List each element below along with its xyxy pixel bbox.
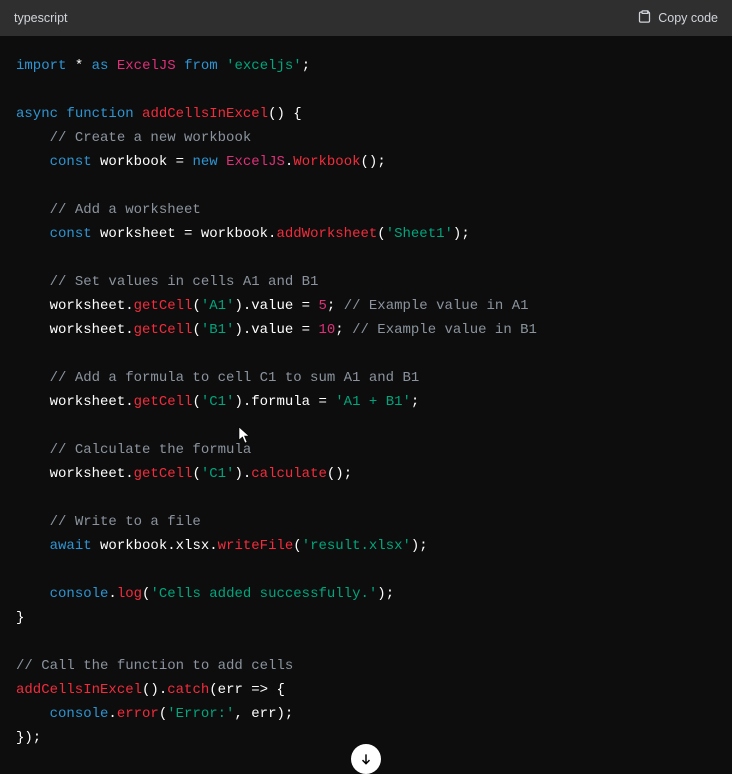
copy-code-button[interactable]: Copy code bbox=[637, 9, 718, 27]
scroll-down-indicator[interactable] bbox=[351, 744, 381, 774]
copy-code-label: Copy code bbox=[658, 11, 718, 25]
code-content: import * as ExcelJS from 'exceljs'; asyn… bbox=[16, 54, 716, 750]
code-header: typescript Copy code bbox=[0, 0, 732, 36]
code-area[interactable]: import * as ExcelJS from 'exceljs'; asyn… bbox=[0, 36, 732, 760]
code-block: typescript Copy code import * as ExcelJS… bbox=[0, 0, 732, 760]
language-label: typescript bbox=[14, 11, 68, 25]
clipboard-icon bbox=[637, 9, 652, 27]
